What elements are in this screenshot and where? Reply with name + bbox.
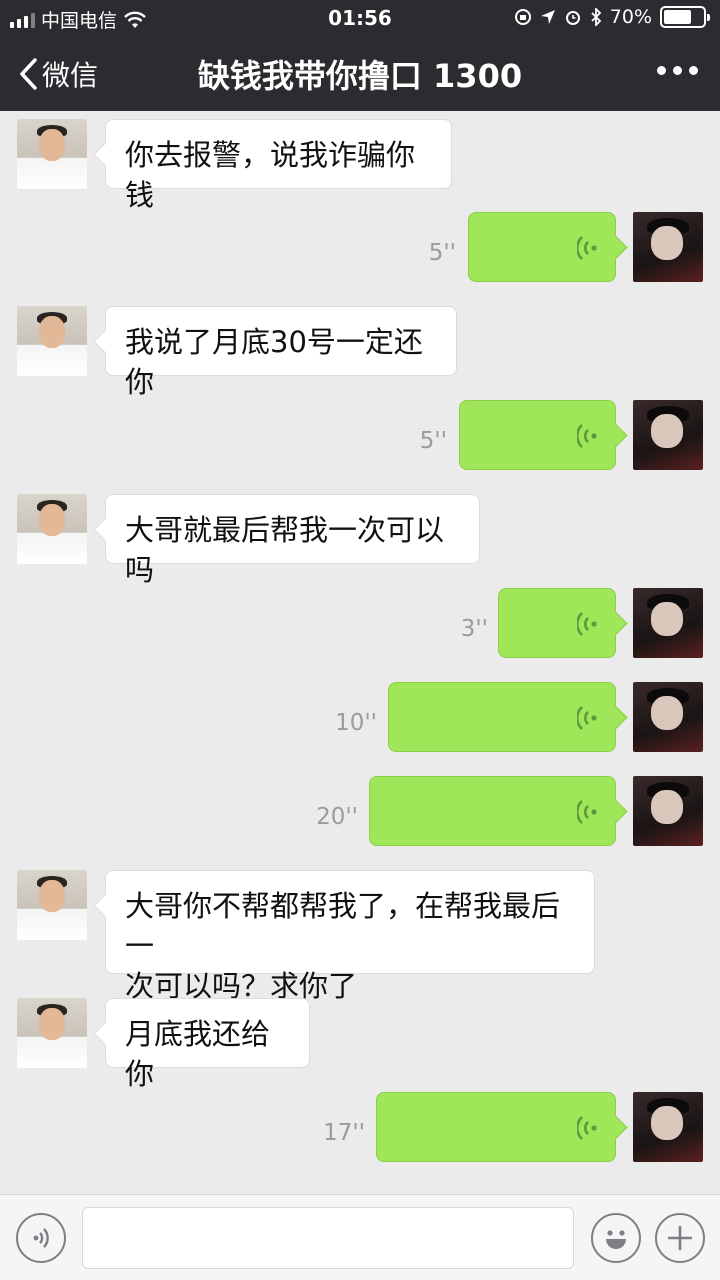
voice-wave-icon	[577, 236, 597, 260]
message-row: 10''	[0, 682, 720, 754]
message-text-line: 大哥你不帮都帮我了，在帮我最后一	[125, 889, 561, 963]
my-avatar[interactable]	[633, 682, 703, 752]
emoji-icon	[606, 1230, 626, 1249]
voice-message-bubble[interactable]	[468, 212, 616, 282]
battery-icon	[660, 6, 710, 28]
voice-duration: 5''	[419, 428, 447, 454]
chat-area[interactable]: 你去报警，说我诈骗你钱 5'' 我说了月底30号一定还你 5'' 大哥就最后帮我…	[0, 111, 720, 1194]
voice-duration: 20''	[316, 804, 358, 830]
message-text: 大哥就最后帮我一次可以吗	[125, 513, 445, 587]
received-text-bubble[interactable]: 你去报警，说我诈骗你钱	[105, 119, 452, 212]
message-row: 5''	[0, 400, 720, 472]
message-row: 大哥就最后帮我一次可以吗	[0, 494, 720, 587]
voice-message-bubble[interactable]	[459, 400, 616, 470]
battery-percent: 70%	[609, 6, 652, 28]
voice-duration: 3''	[460, 616, 488, 642]
message-text: 你去报警，说我诈骗你钱	[125, 138, 416, 212]
top-bar: 中国电信 01:56 70% 微信 缺钱我带你撸口 1300	[0, 0, 720, 111]
input-bar	[0, 1194, 720, 1280]
location-icon	[540, 10, 555, 24]
message-row: 你去报警，说我诈骗你钱	[0, 119, 720, 212]
contact-avatar[interactable]	[17, 119, 87, 189]
voice-wave-icon	[577, 1116, 597, 1140]
voice-wave-icon	[577, 800, 597, 824]
status-right: 70%	[514, 6, 710, 28]
received-text-bubble[interactable]: 大哥就最后帮我一次可以吗	[105, 494, 480, 587]
voice-wave-icon	[577, 706, 597, 730]
voice-message-bubble[interactable]	[369, 776, 616, 846]
received-text-bubble[interactable]: 大哥你不帮都帮我了，在帮我最后一 次可以吗？求你了	[105, 870, 595, 1003]
message-text: 月底我还给你	[125, 1017, 271, 1091]
message-text: 我说了月底30号一定还你	[125, 325, 423, 399]
message-row: 我说了月底30号一定还你	[0, 306, 720, 399]
voice-duration: 10''	[335, 710, 377, 736]
contact-avatar[interactable]	[17, 306, 87, 376]
emoji-button[interactable]	[591, 1213, 641, 1263]
voice-message-bubble[interactable]	[388, 682, 616, 752]
received-text-bubble[interactable]: 我说了月底30号一定还你	[105, 306, 457, 399]
rotation-lock-icon	[514, 9, 531, 25]
bluetooth-icon	[591, 8, 602, 26]
my-avatar[interactable]	[633, 1092, 703, 1162]
voice-duration: 5''	[428, 240, 456, 266]
plus-icon	[668, 1226, 692, 1250]
chat-title: 缺钱我带你撸口 1300	[197, 57, 523, 95]
add-button[interactable]	[655, 1213, 705, 1263]
voice-mode-button[interactable]	[16, 1213, 66, 1263]
message-row: 20''	[0, 776, 720, 848]
alarm-icon	[565, 11, 580, 25]
voice-wave-icon	[577, 424, 597, 448]
voice-message-bubble[interactable]	[498, 588, 616, 658]
message-row: 17''	[0, 1092, 720, 1164]
status-bar: 中国电信 01:56 70%	[0, 0, 720, 36]
more-dots-icon[interactable]	[657, 66, 698, 75]
my-avatar[interactable]	[633, 588, 703, 658]
my-avatar[interactable]	[633, 212, 703, 282]
voice-duration: 17''	[323, 1120, 365, 1146]
voice-mode-icon	[33, 1228, 49, 1248]
battery-level	[664, 10, 691, 24]
message-row: 5''	[0, 212, 720, 284]
received-text-bubble[interactable]: 月底我还给你	[105, 998, 310, 1091]
message-input[interactable]	[82, 1207, 574, 1269]
message-row: 月底我还给你	[0, 998, 720, 1091]
contact-avatar[interactable]	[17, 870, 87, 940]
my-avatar[interactable]	[633, 776, 703, 846]
voice-message-bubble[interactable]	[376, 1092, 616, 1162]
contact-avatar[interactable]	[17, 494, 87, 564]
contact-avatar[interactable]	[17, 998, 87, 1068]
message-row: 3''	[0, 588, 720, 660]
my-avatar[interactable]	[633, 400, 703, 470]
message-row: 大哥你不帮都帮我了，在帮我最后一 次可以吗？求你了	[0, 870, 720, 1003]
voice-wave-icon	[577, 612, 597, 636]
nav-bar: 微信 缺钱我带你撸口 1300	[0, 36, 720, 111]
